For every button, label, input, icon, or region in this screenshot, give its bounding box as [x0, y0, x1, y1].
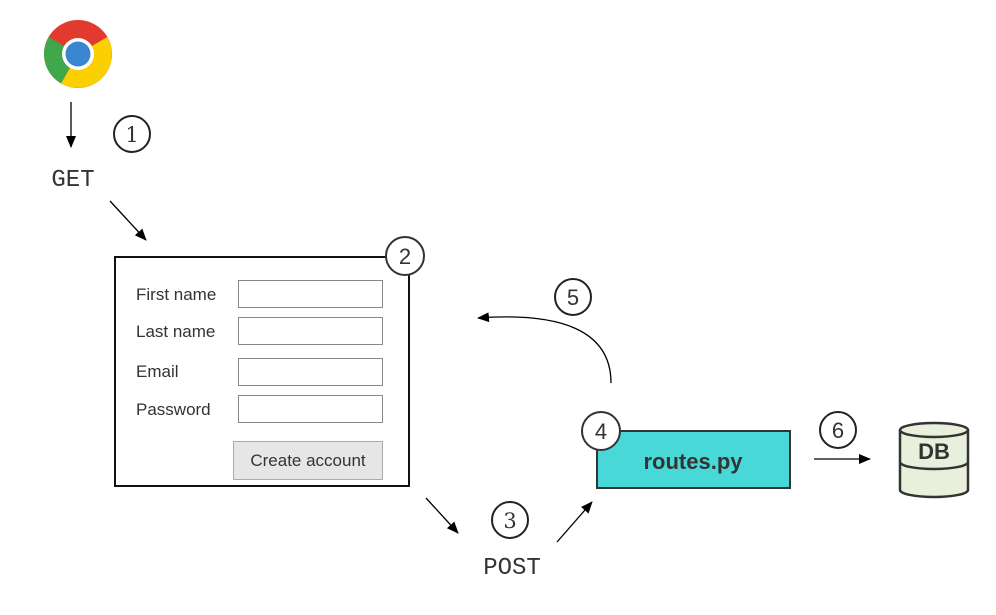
- last-name-label: Last name: [136, 322, 216, 341]
- email-label: Email: [136, 362, 179, 381]
- last-name-field[interactable]: [238, 317, 383, 345]
- svg-text:5: 5: [567, 285, 579, 310]
- arrow-post-to-routes: [556, 501, 593, 543]
- routes-box: routes.py: [596, 430, 791, 489]
- email-field[interactable]: [238, 358, 383, 386]
- first-name-label: First name: [136, 285, 217, 304]
- svg-text:1: 1: [125, 123, 138, 147]
- first-name-field[interactable]: [238, 280, 383, 308]
- step-3-badge: 3: [491, 501, 529, 539]
- step-1-badge: 1: [113, 115, 151, 153]
- password-label: Password: [136, 400, 211, 419]
- password-field[interactable]: [238, 395, 383, 423]
- chrome-logo-icon: [44, 20, 112, 88]
- svg-text:routes.py: routes.py: [643, 449, 743, 474]
- arrow-routes-to-form: [477, 312, 612, 384]
- arrow-form-to-post: [425, 497, 459, 534]
- create-account-button[interactable]: Create account: [233, 441, 383, 480]
- step-5-badge: 5: [554, 278, 592, 316]
- post-label: POST: [483, 555, 541, 582]
- signup-form: First name Last name Email Password Crea…: [114, 256, 410, 487]
- svg-text:3: 3: [503, 509, 516, 533]
- database-cylinder-icon: DB: [898, 421, 970, 499]
- step-6-badge: 6: [819, 411, 857, 449]
- step-4-badge: 4: [581, 411, 621, 451]
- svg-text:DB: DB: [918, 439, 950, 464]
- get-label: GET: [51, 167, 94, 194]
- svg-text:6: 6: [832, 418, 844, 443]
- arrow-get-to-form: [109, 200, 147, 241]
- svg-text:4: 4: [595, 419, 607, 444]
